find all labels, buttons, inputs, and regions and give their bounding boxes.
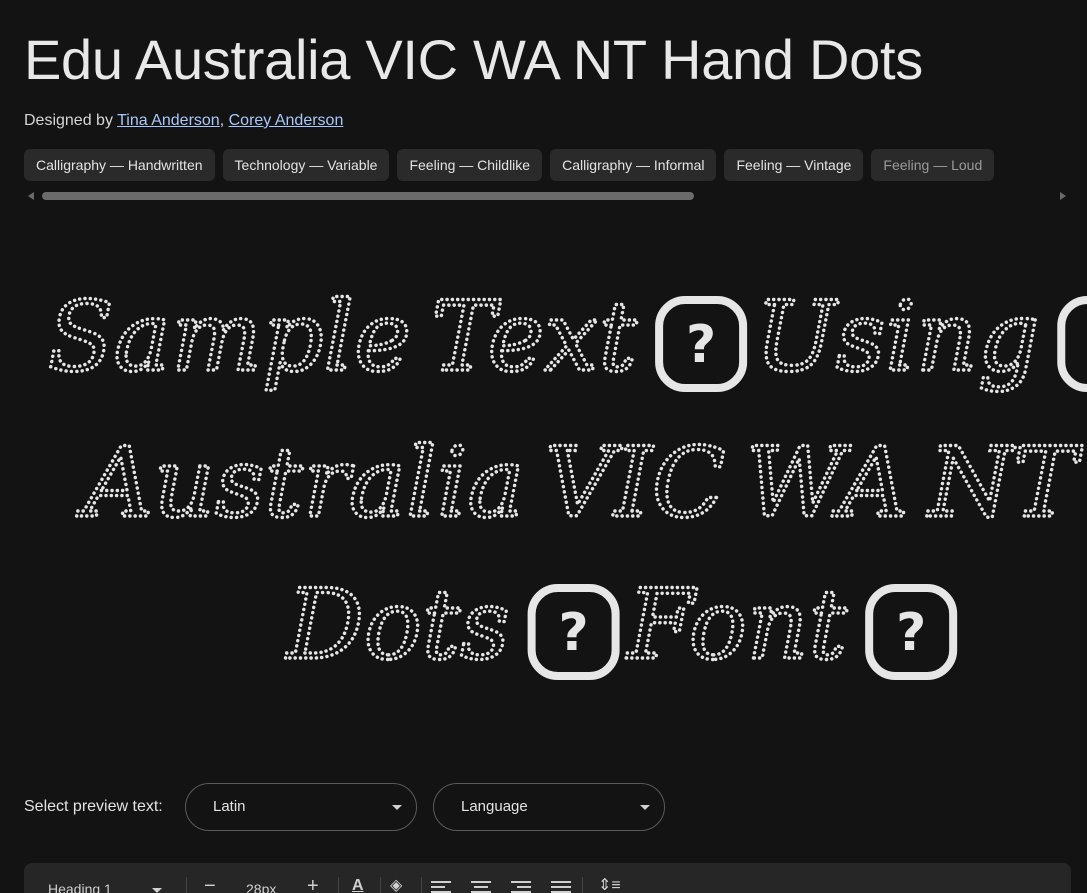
preview-word: Text xyxy=(431,281,638,393)
tag-chip[interactable]: Calligraphy — Informal xyxy=(550,149,717,181)
line-height-icon[interactable]: ⇕≡ xyxy=(598,875,621,893)
designer-separator: , xyxy=(219,112,225,129)
select-preview-label: Select preview text: xyxy=(24,798,163,815)
preview-text-lines: SampleText?Using?EduAustraliaVICWANTHand… xyxy=(46,279,1087,683)
toolbar-divider xyxy=(582,877,583,893)
align-center-icon[interactable] xyxy=(471,881,491,893)
tag-chip[interactable]: Technology — Variable xyxy=(222,149,390,181)
chevron-down-icon[interactable] xyxy=(152,888,162,893)
toolbar-divider xyxy=(421,877,422,893)
preview-toolbar: Heading 1 − 28px + A ◈ ⇕≡ xyxy=(24,863,1071,893)
preview-canvas: SampleText?Using?EduAustraliaVICWANTHand… xyxy=(46,279,1087,683)
preview-word: Australia xyxy=(76,427,525,539)
missing-glyph-icon: ? xyxy=(527,584,620,680)
designer-link-corey-anderson[interactable]: Corey Anderson xyxy=(229,112,344,129)
script-select-value: Latin xyxy=(213,798,246,815)
scroll-right-arrow-icon[interactable] xyxy=(1060,192,1066,200)
tag-chip[interactable]: Feeling — Vintage xyxy=(724,149,864,181)
designer-link-tina-anderson[interactable]: Tina Anderson xyxy=(117,112,220,129)
font-preview[interactable]: SampleText?Using?EduAustraliaVICWANTHand… xyxy=(0,270,1087,710)
toolbar-divider xyxy=(338,877,339,893)
missing-glyph-icon: ? xyxy=(655,296,748,392)
missing-glyph-mark: ? xyxy=(896,603,926,663)
font-size-value[interactable]: 28px xyxy=(246,881,276,893)
text-color-icon[interactable]: A xyxy=(352,877,364,893)
designer-credits: Designed by Tina Anderson, Corey Anderso… xyxy=(24,110,343,132)
preview-word: Dots xyxy=(285,569,510,681)
scrollbar-thumb[interactable] xyxy=(42,192,694,200)
align-left-icon[interactable] xyxy=(431,881,451,893)
plus-icon[interactable]: + xyxy=(307,875,319,893)
style-select[interactable]: Heading 1 xyxy=(48,881,112,893)
tag-chip[interactable]: Feeling — Childlike xyxy=(397,149,543,181)
preview-word: WA xyxy=(745,427,908,539)
font-specimen-page: Edu Australia VIC WA NT Hand Dots Design… xyxy=(0,0,1087,893)
font-title: Edu Australia VIC WA NT Hand Dots xyxy=(24,28,923,91)
scroll-left-arrow-icon[interactable] xyxy=(28,192,34,200)
designed-by-label: Designed by xyxy=(24,112,113,129)
language-select[interactable]: Language xyxy=(433,783,665,831)
toolbar-divider xyxy=(186,877,187,893)
script-select[interactable]: Latin xyxy=(185,783,417,831)
toolbar-divider xyxy=(380,877,381,893)
preview-word: Sample xyxy=(48,281,411,393)
tag-chip[interactable]: Feeling — Loud xyxy=(871,149,995,181)
missing-glyph-mark: ? xyxy=(559,603,589,663)
missing-glyph-icon: ? xyxy=(1057,296,1087,392)
align-justify-icon[interactable] xyxy=(551,881,571,893)
preview-word: Font xyxy=(626,569,848,681)
fill-color-icon[interactable]: ◈ xyxy=(390,875,402,893)
preview-word: NT xyxy=(927,427,1083,539)
minus-icon[interactable]: − xyxy=(204,875,216,893)
tag-list-fade xyxy=(1003,149,1063,183)
missing-glyph-icon: ? xyxy=(865,584,958,680)
preview-word: Using xyxy=(755,281,1039,393)
chevron-down-icon xyxy=(640,805,650,810)
missing-glyph-mark: ? xyxy=(686,315,716,375)
tag-scrollbar[interactable] xyxy=(24,190,1070,202)
tag-list: Calligraphy — Handwritten Technology — Va… xyxy=(24,149,1063,183)
chevron-down-icon xyxy=(392,805,402,810)
language-select-value: Language xyxy=(461,798,528,815)
preview-word: VIC xyxy=(545,427,726,539)
tag-chip[interactable]: Calligraphy — Handwritten xyxy=(24,149,215,181)
align-right-icon[interactable] xyxy=(511,881,531,893)
